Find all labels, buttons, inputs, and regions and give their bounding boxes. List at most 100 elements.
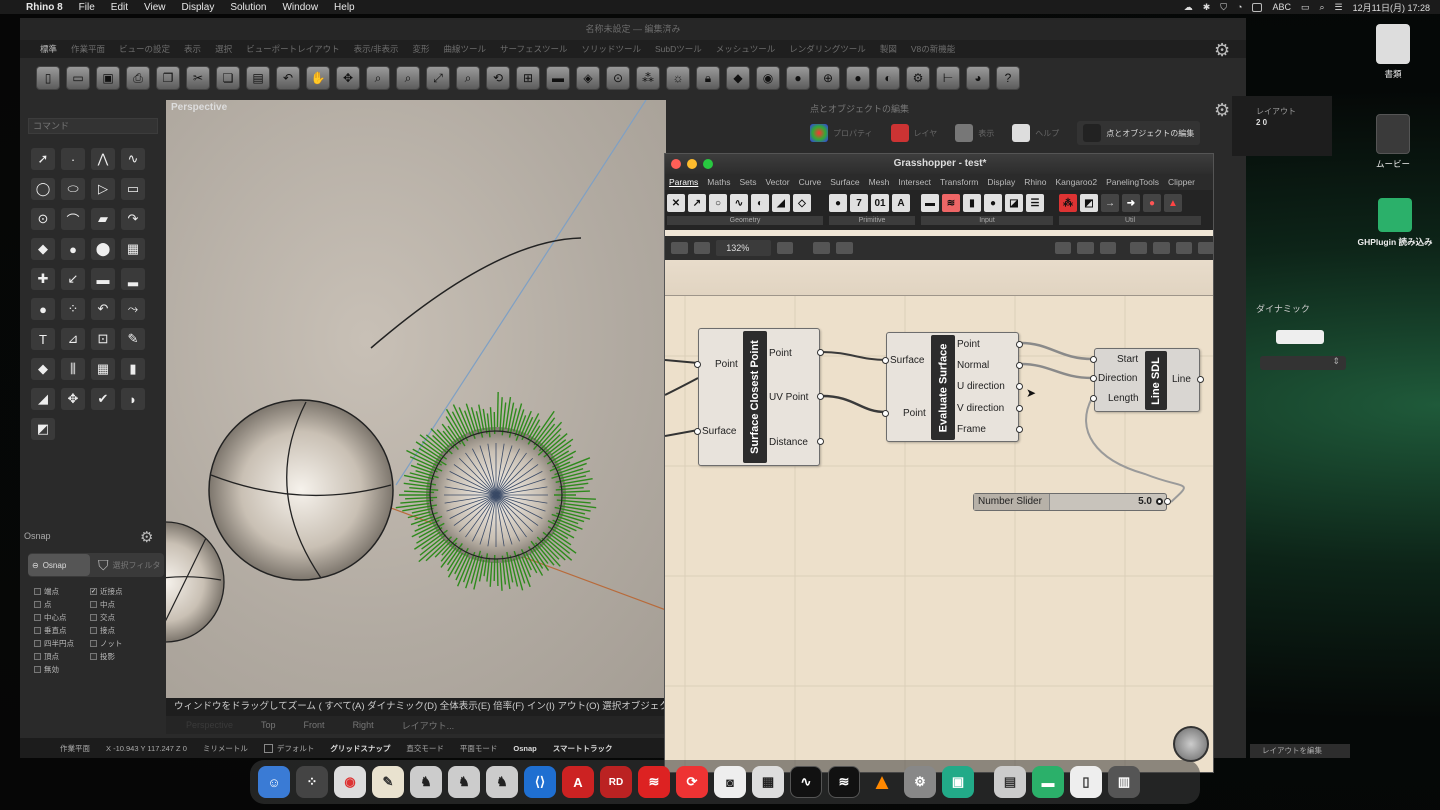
menu-view[interactable]: View xyxy=(144,2,166,13)
offset-icon[interactable]: ↶ xyxy=(91,298,115,320)
input-length[interactable]: Length xyxy=(1108,393,1139,404)
preview-wire-icon[interactable] xyxy=(1054,242,1072,254)
util-galapagos-icon[interactable]: ◩ xyxy=(1080,194,1098,212)
array-icon[interactable]: ⫼ xyxy=(61,358,85,380)
tab-front[interactable]: Front xyxy=(304,720,325,730)
gh-tab[interactable]: Vector xyxy=(765,177,789,187)
menu-edit[interactable]: Edit xyxy=(111,2,128,13)
status-layer[interactable]: デフォルト xyxy=(263,743,314,754)
display-mode-icon[interactable] xyxy=(1130,242,1148,254)
input-toggle-icon[interactable]: ▮ xyxy=(963,194,981,212)
red-icon[interactable]: ▮ xyxy=(121,358,145,380)
param-brep-icon[interactable]: ◢ xyxy=(772,194,790,212)
folder-stack-icon[interactable]: ▬ xyxy=(1032,766,1064,798)
pin-out-point[interactable] xyxy=(817,349,824,356)
gh-tab[interactable]: Rhino xyxy=(1024,177,1046,187)
sketch-icon[interactable] xyxy=(813,242,830,254)
tab-layers[interactable]: レイヤ xyxy=(890,124,937,142)
tab-new-in-v8[interactable]: V8の新機能 xyxy=(911,43,955,55)
points-icon[interactable]: ⁂ xyxy=(636,66,660,90)
tab-solid-tools[interactable]: ソリッドツール xyxy=(582,43,642,55)
output-normal[interactable]: Normal xyxy=(957,360,989,371)
open-folder-icon[interactable]: ▭ xyxy=(66,66,90,90)
speedify-icon[interactable]: ≋ xyxy=(638,766,670,798)
wireframe-sphere-icon[interactable]: ⊕ xyxy=(816,66,840,90)
paste-icon[interactable]: ▤ xyxy=(246,66,270,90)
orange-arrow-icon[interactable]: ↙ xyxy=(61,268,85,290)
tab-render-tools[interactable]: レンダリングツール xyxy=(789,43,866,55)
target-icon[interactable]: ⊙ xyxy=(606,66,630,90)
open-doc-icon[interactable] xyxy=(671,242,688,254)
osnap-option[interactable]: ✓ 近接点 xyxy=(90,586,146,596)
dropdown[interactable]: ⇕ xyxy=(1260,356,1346,370)
selection-filter-tab[interactable]: ⛉ 選択フィルタ xyxy=(90,557,160,574)
param-curve-icon[interactable]: ∿ xyxy=(730,194,748,212)
output-distance[interactable]: Distance xyxy=(769,437,808,448)
cloud-icon[interactable]: ☁ xyxy=(1184,2,1193,13)
vlc-icon[interactable]: ▲ xyxy=(866,766,898,798)
pin-out-uv[interactable] xyxy=(817,393,824,400)
audio-icon[interactable]: ≋ xyxy=(828,766,860,798)
osnap-gear-icon[interactable]: ⚙ xyxy=(140,528,153,546)
number-slider[interactable]: Number Slider 5.0 xyxy=(973,493,1171,511)
tab-right[interactable]: Right xyxy=(353,720,374,730)
zoom-window-icon[interactable]: ⌕ xyxy=(396,66,420,90)
gh-tab[interactable]: Clipper xyxy=(1168,177,1195,187)
tab-cplanes[interactable]: 作業平面 xyxy=(71,43,105,55)
tab-layout[interactable]: レイアウト... xyxy=(402,719,455,732)
trim-icon[interactable]: ▂ xyxy=(121,268,145,290)
mesh-settings-icon[interactable] xyxy=(1175,242,1193,254)
zoom-extents-icon[interactable]: ⤢ xyxy=(426,66,450,90)
material-icon[interactable]: ◐ xyxy=(876,66,900,90)
pin-in-point-es[interactable] xyxy=(882,410,889,417)
tab-top[interactable]: Top xyxy=(261,720,276,730)
gh-tab[interactable]: Maths xyxy=(707,177,730,187)
arc-icon[interactable]: ⊙ xyxy=(31,208,55,230)
tab-display-panel[interactable]: 表示 xyxy=(955,124,994,142)
minimize-button[interactable] xyxy=(687,159,697,169)
component-line-sdl[interactable]: Line SDL Start Direction Length Line xyxy=(1090,348,1204,412)
osnap-option[interactable]: 点 xyxy=(34,599,90,609)
paint-icon[interactable]: ◢ xyxy=(31,388,55,410)
shield-icon[interactable]: ⛉ xyxy=(1220,2,1227,13)
input-point-es[interactable]: Point xyxy=(903,408,926,419)
box-icon[interactable]: ◆ xyxy=(31,238,55,260)
status-ortho[interactable]: 直交モード xyxy=(406,743,444,754)
param-integer-icon[interactable]: 7 xyxy=(850,194,868,212)
activity-monitor-icon[interactable]: ∿ xyxy=(790,766,822,798)
gh-tab[interactable]: Intersect xyxy=(898,177,931,187)
preview-selected-icon[interactable] xyxy=(1099,242,1117,254)
chrome-icon[interactable]: ◉ xyxy=(334,766,366,798)
wifi-icon[interactable]: ◔ xyxy=(1237,2,1242,12)
pin-out-v[interactable] xyxy=(1016,405,1023,412)
point-icon[interactable]: · xyxy=(61,148,85,170)
viewport-label[interactable]: Perspective xyxy=(171,102,227,113)
close-button[interactable] xyxy=(671,159,681,169)
pin-in-direction[interactable] xyxy=(1090,375,1097,382)
screenshot-icon[interactable]: ◙ xyxy=(714,766,746,798)
lock-icon[interactable]: 🔒︎ xyxy=(696,66,720,90)
desktop-icon-movies[interactable]: ムービー xyxy=(1358,114,1428,170)
fillet-icon[interactable]: ⌒ xyxy=(61,208,85,230)
rhino-wip-icon[interactable]: ♞ xyxy=(486,766,518,798)
checkbox[interactable] xyxy=(34,613,41,621)
app-menu[interactable]: Rhino 8 xyxy=(26,2,63,13)
battery-icon[interactable]: ▭ xyxy=(1301,2,1310,13)
component-evaluate-surface[interactable]: Evaluate Surface Surface Point Point Nor… xyxy=(882,332,1023,442)
output-line[interactable]: Line xyxy=(1172,374,1191,385)
control-center-icon[interactable]: ☰ xyxy=(1335,2,1343,13)
osnap-option[interactable]: 投影 xyxy=(90,651,146,661)
output-point-es[interactable]: Point xyxy=(957,339,980,350)
slider-grip[interactable] xyxy=(1156,498,1163,505)
perspective-viewport[interactable] xyxy=(166,100,666,698)
gh-canvas[interactable]: Surface Closest Point Point Surface Poin… xyxy=(665,260,1213,772)
rectangle-icon[interactable]: ▭ xyxy=(121,178,145,200)
osnap-option[interactable]: 接点 xyxy=(90,625,146,635)
status-units[interactable]: ミリメートル xyxy=(203,743,248,754)
zoom-icon[interactable]: ⌕ xyxy=(366,66,390,90)
curve-icon[interactable]: ∿ xyxy=(121,148,145,170)
analyze-icon[interactable]: ◗ xyxy=(121,388,145,410)
pin-out-distance[interactable] xyxy=(817,438,824,445)
osnap-option[interactable]: 垂直点 xyxy=(34,625,90,635)
rhino-doc-icon[interactable]: ✎ xyxy=(372,766,404,798)
